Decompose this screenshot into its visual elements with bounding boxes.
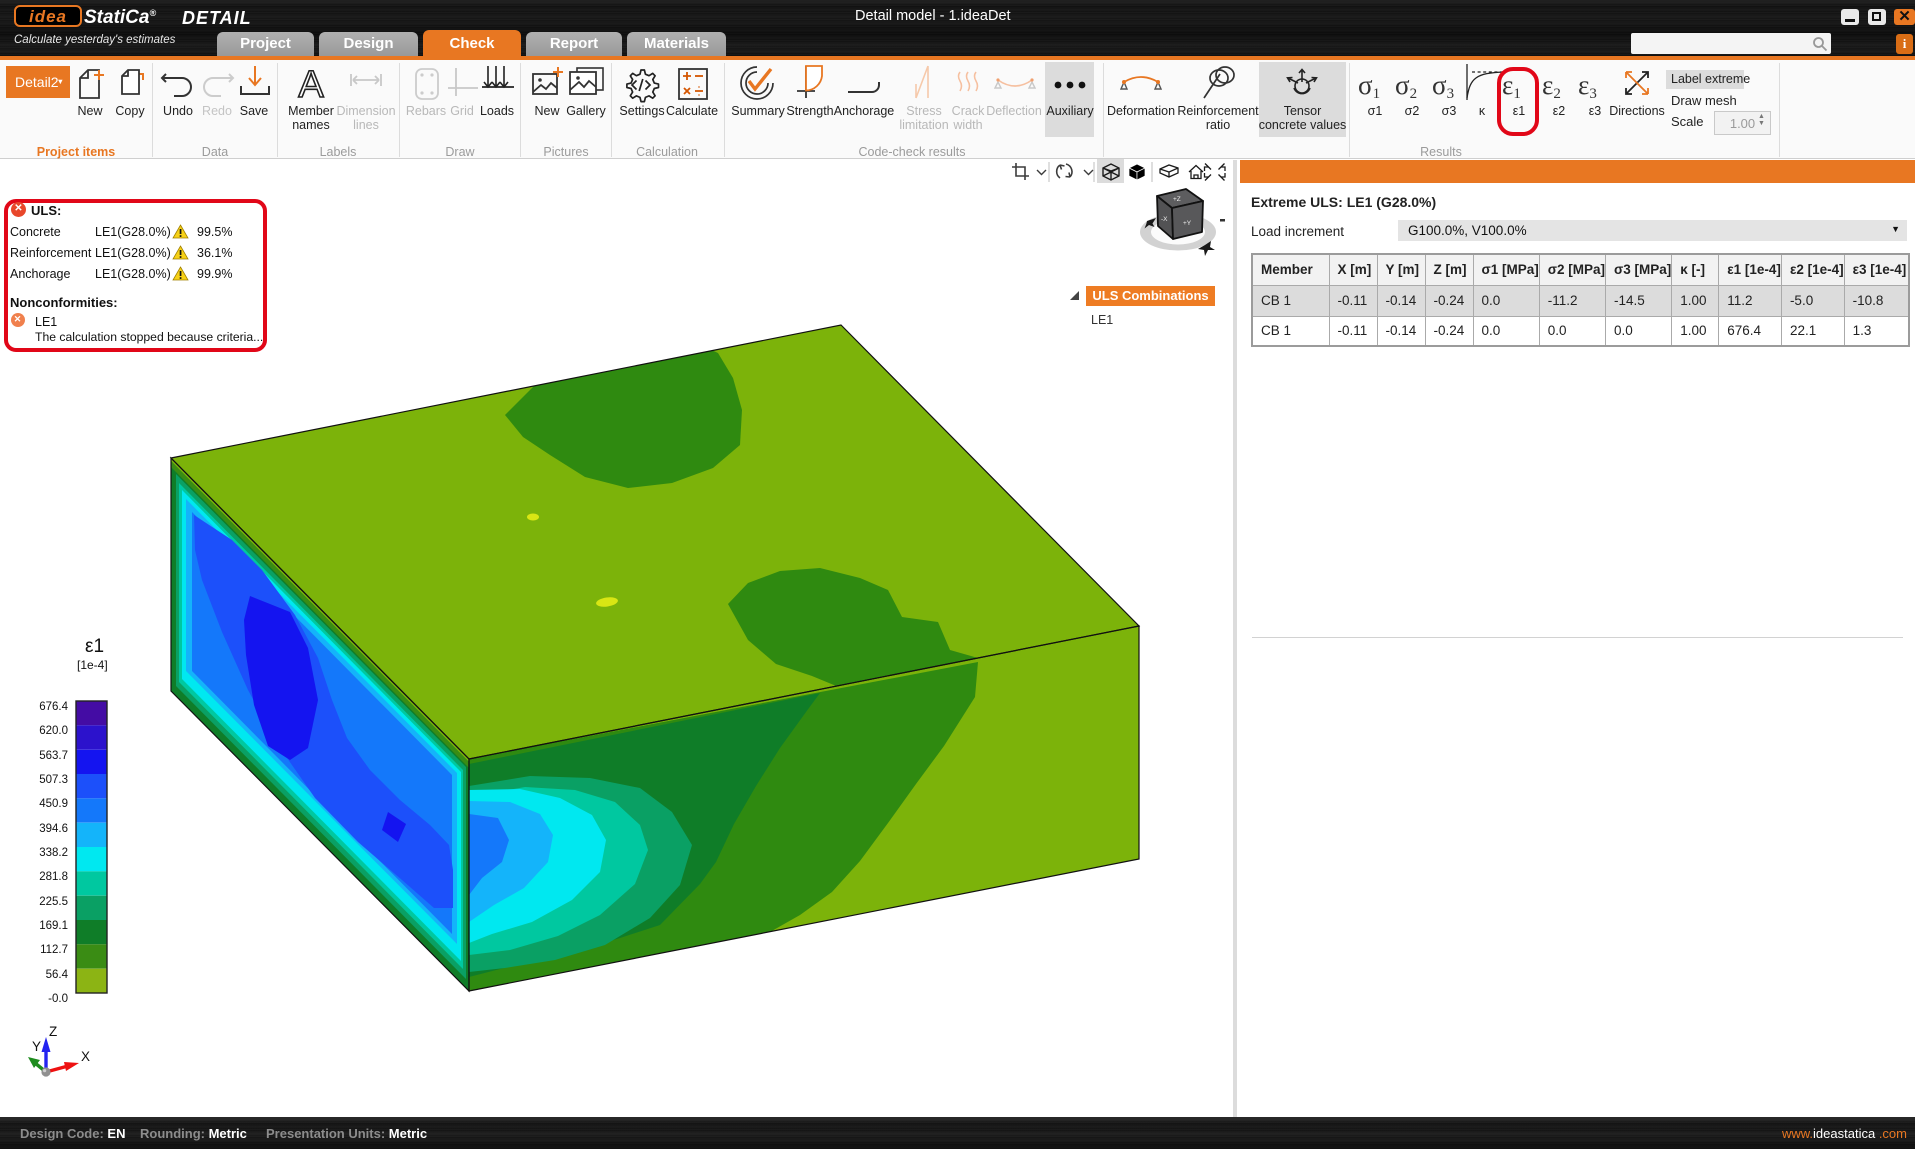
svg-text:+Z: +Z bbox=[1173, 196, 1181, 203]
svg-text:A: A bbox=[298, 66, 324, 102]
svg-text:X: X bbox=[81, 1049, 90, 1064]
svg-text:Z: Z bbox=[49, 1024, 57, 1039]
svg-text:Y: Y bbox=[32, 1039, 41, 1054]
svg-text:idea: idea bbox=[29, 7, 67, 26]
svg-text:+Y: +Y bbox=[1183, 220, 1192, 227]
svg-text:-X: -X bbox=[1161, 216, 1168, 223]
